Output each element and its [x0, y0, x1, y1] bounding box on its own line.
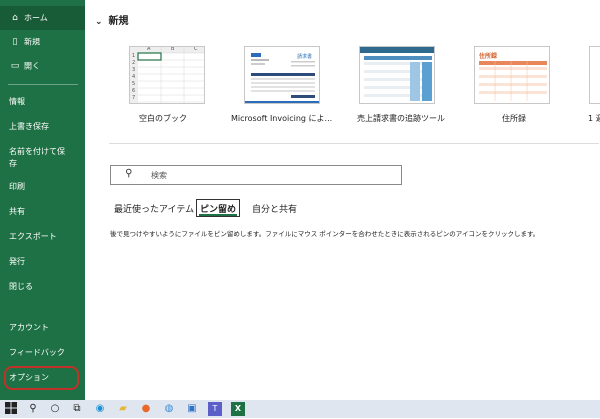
sidebar-item-info[interactable]: 情報	[0, 96, 85, 108]
row-header: 2	[132, 60, 136, 66]
sidebar-item-label: 開く	[24, 61, 40, 71]
tab-recent[interactable]: 最近使ったアイテム	[114, 202, 194, 215]
sidebar-item-label: 新規	[24, 37, 40, 47]
template-sales-invoice-tracker[interactable]	[359, 46, 435, 104]
sidebar-item-label: 名前を付けて保存	[9, 147, 65, 168]
backstage-sidebar: ⌂ ホーム ▯ 新規 ▭ 開く 情報 上書き保存 名前を付けて保存 印刷 共有 エクス…	[0, 0, 85, 400]
sidebar-item-export[interactable]: エクスポート	[0, 231, 85, 243]
template-weekly[interactable]	[589, 46, 600, 104]
sidebar-item-label: 印刷	[9, 182, 25, 191]
column-header: A	[147, 46, 151, 52]
search-input[interactable]: ⚲ 検索	[110, 165, 402, 185]
template-label: 空白のブック	[139, 114, 187, 123]
template-label: 売上請求書の追跡ツール	[357, 114, 445, 123]
sidebar-item-label: 閉じる	[9, 282, 33, 291]
new-section-header[interactable]: ⌄ 新規	[95, 12, 129, 27]
tab-shared[interactable]: 自分と共有	[252, 202, 297, 215]
template-address-book[interactable]: 住所録	[474, 46, 550, 104]
invoice-thumbnail-title: 請求書	[297, 54, 313, 60]
sidebar-item-new[interactable]: ▯ 新規	[0, 36, 85, 49]
blank-sheet-thumbnail	[130, 47, 204, 103]
teams-icon[interactable]: T	[208, 402, 222, 416]
sidebar-item-label: アカウント	[9, 323, 49, 332]
template-label: 1 週	[588, 114, 600, 123]
sidebar-item-save-as[interactable]: 名前を付けて保存	[0, 146, 80, 170]
column-header: C	[194, 46, 198, 52]
folder-icon: ▭	[10, 61, 20, 71]
row-header: 4	[132, 74, 136, 80]
sidebar-divider	[8, 84, 78, 85]
photos-icon[interactable]: ▣	[185, 402, 199, 416]
template-label: Microsoft Invoicing によ...	[231, 114, 333, 123]
search-placeholder: 検索	[151, 171, 167, 180]
row-header: 3	[132, 67, 136, 73]
chevron-down-icon: ⌄	[95, 17, 103, 27]
options-highlight	[4, 366, 79, 390]
sidebar-item-feedback[interactable]: フィードバック	[0, 347, 85, 359]
file-explorer-icon[interactable]: ▰	[116, 402, 130, 416]
sidebar-item-label: フィードバック	[9, 348, 65, 357]
windows-icon[interactable]	[4, 402, 18, 416]
row-header: 5	[132, 81, 136, 87]
sidebar-item-print[interactable]: 印刷	[0, 181, 85, 193]
template-blank-workbook[interactable]: A B C 1 2 3 4 5 6 7	[129, 46, 205, 104]
column-header: B	[171, 46, 175, 52]
home-icon: ⌂	[12, 13, 18, 23]
section-divider	[109, 143, 599, 144]
chrome-icon[interactable]: ◍	[162, 402, 176, 416]
cortana-icon[interactable]: ○	[48, 402, 62, 416]
search-icon: ⚲	[125, 168, 133, 179]
firefox-icon[interactable]: ●	[139, 402, 153, 416]
taskbar: ⚲ ○ ⧉ ◉ ▰ ● ◍ ▣ T X	[0, 400, 600, 418]
excel-icon[interactable]: X	[231, 402, 245, 416]
sidebar-item-label: 上書き保存	[9, 122, 49, 131]
sidebar-item-label: 共有	[9, 207, 25, 216]
row-header: 1	[132, 53, 136, 59]
edge-icon[interactable]: ◉	[93, 402, 107, 416]
sidebar-item-label: エクスポート	[9, 232, 57, 241]
row-header: 7	[132, 95, 136, 101]
search-icon[interactable]: ⚲	[26, 402, 40, 416]
template-invoicing[interactable]: 請求書	[244, 46, 320, 104]
sidebar-item-save[interactable]: 上書き保存	[0, 121, 85, 133]
new-section-title: 新規	[108, 16, 129, 27]
sales-tracker-thumbnail	[360, 47, 434, 101]
sidebar-item-label: ホーム	[24, 13, 48, 23]
sidebar-item-open[interactable]: ▭ 開く	[0, 60, 85, 73]
tab-pinned-underline	[199, 214, 237, 216]
template-label: 住所録	[502, 114, 526, 123]
address-book-thumbnail-title: 住所録	[479, 53, 498, 60]
sidebar-item-account[interactable]: アカウント	[0, 322, 85, 334]
sidebar-item-home[interactable]: ⌂ ホーム	[0, 6, 85, 30]
row-header: 6	[132, 88, 136, 94]
pinned-description: 後で見つけやすいようにファイルをピン留めします。ファイルにマウス ポインターを合…	[110, 230, 540, 238]
sidebar-item-label: 発行	[9, 257, 25, 266]
sidebar-item-share[interactable]: 共有	[0, 206, 85, 218]
backstage-main: ⌄ 新規 A B C 1 2 3 4 5 6 7 空白のブック 請求書 Micr…	[85, 0, 600, 400]
new-file-icon: ▯	[12, 37, 18, 47]
sidebar-item-label: 情報	[9, 97, 25, 106]
sidebar-item-publish[interactable]: 発行	[0, 256, 85, 268]
task-view-icon[interactable]: ⧉	[70, 402, 84, 416]
sidebar-item-close[interactable]: 閉じる	[0, 281, 85, 293]
